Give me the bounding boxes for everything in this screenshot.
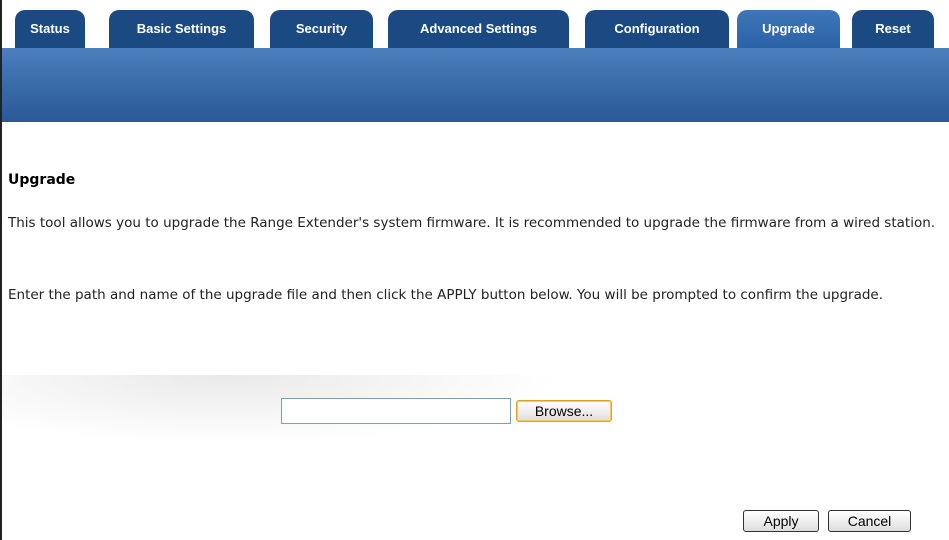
header-banner (2, 48, 949, 122)
tab-configuration[interactable]: Configuration (585, 10, 729, 48)
browse-button[interactable]: Browse... (516, 400, 612, 422)
tab-advanced-settings[interactable]: Advanced Settings (388, 10, 569, 48)
apply-button[interactable]: Apply (743, 510, 819, 532)
router-upgrade-page: Status Basic Settings Security Advanced … (0, 0, 949, 540)
tab-basic-settings[interactable]: Basic Settings (109, 10, 254, 48)
tab-security[interactable]: Security (270, 10, 373, 48)
tab-reset[interactable]: Reset (852, 10, 934, 48)
description-paragraph: This tool allows you to upgrade the Rang… (8, 215, 936, 231)
tab-status[interactable]: Status (15, 10, 85, 48)
upgrade-file-path-input[interactable] (281, 398, 511, 424)
instruction-paragraph: Enter the path and name of the upgrade f… (8, 287, 884, 303)
tab-bar: Status Basic Settings Security Advanced … (2, 0, 949, 48)
page-title: Upgrade (8, 172, 76, 188)
tab-upgrade[interactable]: Upgrade (737, 10, 840, 48)
cancel-button[interactable]: Cancel (828, 510, 911, 532)
